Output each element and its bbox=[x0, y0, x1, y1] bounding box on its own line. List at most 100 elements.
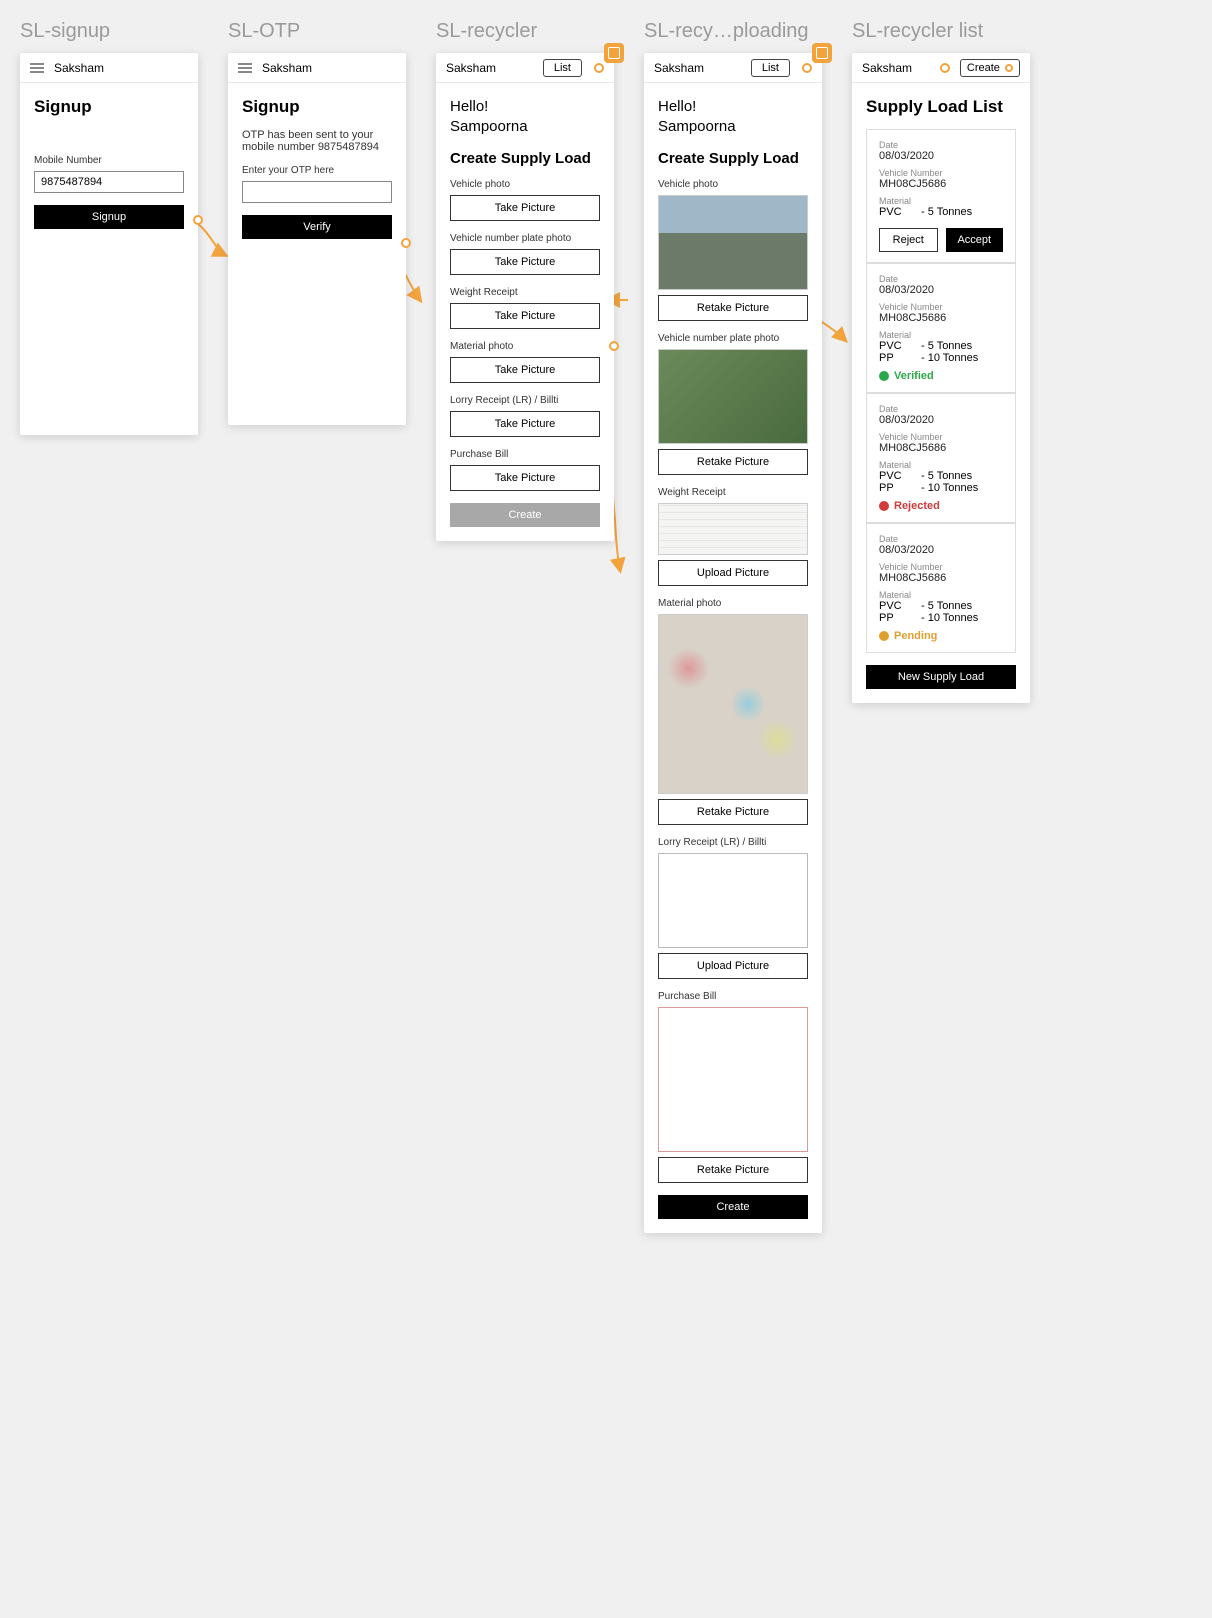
material-photo-label: Material photo bbox=[658, 598, 808, 609]
otp-heading: Signup bbox=[242, 97, 392, 117]
date-value: 08/03/2020 bbox=[879, 284, 1003, 296]
bill-preview bbox=[658, 1007, 808, 1152]
retake-material[interactable]: Retake Picture bbox=[658, 799, 808, 825]
menu-icon[interactable] bbox=[30, 63, 44, 73]
status-badge: Pending bbox=[879, 630, 1003, 642]
otp-input[interactable] bbox=[242, 181, 392, 203]
phone-otp: Saksham Signup OTP has been sent to your… bbox=[228, 53, 406, 425]
create-heading: Create Supply Load bbox=[450, 150, 600, 167]
screen-title-list: SL-recycler list bbox=[852, 20, 1030, 43]
material-row: PVC- 5 Tonnes bbox=[879, 206, 1003, 218]
menu-icon[interactable] bbox=[238, 63, 252, 73]
signup-heading: Signup bbox=[34, 97, 184, 117]
weight-receipt-preview bbox=[658, 503, 808, 555]
create-heading: Create Supply Load bbox=[658, 150, 808, 167]
status-badge: Rejected bbox=[879, 500, 1003, 512]
material-row: PVC- 5 Tonnes bbox=[879, 340, 1003, 352]
link-hotspot-icon[interactable] bbox=[604, 43, 624, 63]
supply-card[interactable]: Date08/03/2020 Vehicle NumberMH08CJ5686 … bbox=[866, 393, 1016, 523]
date-value: 08/03/2020 bbox=[879, 414, 1003, 426]
create-button[interactable]: Create bbox=[450, 503, 600, 527]
retake-vehicle[interactable]: Retake Picture bbox=[658, 295, 808, 321]
link-hotspot-icon[interactable] bbox=[812, 43, 832, 63]
take-picture-bill[interactable]: Take Picture bbox=[450, 465, 600, 491]
screen-title-otp: SL-OTP bbox=[228, 20, 406, 43]
list-chip[interactable]: List bbox=[751, 59, 790, 77]
flow-anchor bbox=[401, 238, 411, 248]
date-label: Date bbox=[879, 404, 1003, 414]
lr-preview bbox=[658, 853, 808, 948]
design-canvas: SL-signup Saksham Signup Mobile Number S… bbox=[20, 20, 1192, 1233]
upload-weight[interactable]: Upload Picture bbox=[658, 560, 808, 586]
supply-card[interactable]: Date08/03/2020 Vehicle NumberMH08CJ5686 … bbox=[866, 263, 1016, 393]
material-row: PVC- 5 Tonnes bbox=[879, 600, 1003, 612]
create-chip[interactable]: Create bbox=[960, 59, 1020, 77]
vehicle-value: MH08CJ5686 bbox=[879, 178, 1003, 190]
flow-anchor bbox=[802, 63, 812, 73]
list-heading: Supply Load List bbox=[866, 97, 1016, 117]
new-supply-button[interactable]: New Supply Load bbox=[866, 665, 1016, 689]
purchase-bill-label: Purchase Bill bbox=[450, 449, 600, 460]
plate-photo-label: Vehicle number plate photo bbox=[658, 333, 808, 344]
material-row: PP- 10 Tonnes bbox=[879, 482, 1003, 494]
material-photo-preview bbox=[658, 614, 808, 794]
vehicle-value: MH08CJ5686 bbox=[879, 442, 1003, 454]
retake-plate[interactable]: Retake Picture bbox=[658, 449, 808, 475]
phone-recycler: Saksham List Hello! Sampoorna Create Sup… bbox=[436, 53, 614, 541]
mobile-label: Mobile Number bbox=[34, 155, 184, 166]
flow-anchor bbox=[193, 215, 203, 225]
flow-anchor bbox=[594, 63, 604, 73]
vehicle-label: Vehicle Number bbox=[879, 302, 1003, 312]
material-row: PP- 10 Tonnes bbox=[879, 352, 1003, 364]
material-photo-label: Material photo bbox=[450, 341, 600, 352]
purchase-bill-label: Purchase Bill bbox=[658, 991, 808, 1002]
material-row: PVC- 5 Tonnes bbox=[879, 470, 1003, 482]
app-name: Saksham bbox=[262, 61, 312, 75]
weight-receipt-label: Weight Receipt bbox=[450, 287, 600, 298]
app-name: Saksham bbox=[654, 61, 704, 75]
phone-list: Saksham Create Supply Load List Date08/0… bbox=[852, 53, 1030, 703]
otp-message: OTP has been sent to your mobile number … bbox=[242, 129, 392, 153]
vehicle-label: Vehicle Number bbox=[879, 168, 1003, 178]
material-label: Material bbox=[879, 330, 1003, 340]
vehicle-photo-label: Vehicle photo bbox=[658, 179, 808, 190]
material-label: Material bbox=[879, 196, 1003, 206]
signup-button[interactable]: Signup bbox=[34, 205, 184, 229]
status-badge: Verified bbox=[879, 370, 1003, 382]
hello-text: Hello! Sampoorna bbox=[658, 97, 808, 138]
flow-anchor bbox=[609, 341, 619, 351]
verify-button[interactable]: Verify bbox=[242, 215, 392, 239]
otp-label: Enter your OTP here bbox=[242, 165, 392, 176]
upload-lr[interactable]: Upload Picture bbox=[658, 953, 808, 979]
list-chip[interactable]: List bbox=[543, 59, 582, 77]
mobile-input[interactable] bbox=[34, 171, 184, 193]
plate-photo-preview bbox=[658, 349, 808, 444]
plate-photo-label: Vehicle number plate photo bbox=[450, 233, 600, 244]
vehicle-label: Vehicle Number bbox=[879, 562, 1003, 572]
screen-title-signup: SL-signup bbox=[20, 20, 198, 43]
vehicle-value: MH08CJ5686 bbox=[879, 312, 1003, 324]
screen-title-uploading: SL-recy…ploading bbox=[644, 20, 822, 43]
lr-label: Lorry Receipt (LR) / Billti bbox=[450, 395, 600, 406]
take-picture-vehicle[interactable]: Take Picture bbox=[450, 195, 600, 221]
take-picture-plate[interactable]: Take Picture bbox=[450, 249, 600, 275]
date-label: Date bbox=[879, 140, 1003, 150]
take-picture-weight[interactable]: Take Picture bbox=[450, 303, 600, 329]
reject-button[interactable]: Reject bbox=[879, 228, 938, 252]
app-name: Saksham bbox=[54, 61, 104, 75]
date-label: Date bbox=[879, 534, 1003, 544]
date-label: Date bbox=[879, 274, 1003, 284]
take-picture-material[interactable]: Take Picture bbox=[450, 357, 600, 383]
retake-bill[interactable]: Retake Picture bbox=[658, 1157, 808, 1183]
vehicle-label: Vehicle Number bbox=[879, 432, 1003, 442]
flow-anchor bbox=[1005, 64, 1013, 72]
flow-arrows bbox=[20, 20, 1212, 1618]
supply-card[interactable]: Date08/03/2020 Vehicle NumberMH08CJ5686 … bbox=[866, 523, 1016, 653]
vehicle-value: MH08CJ5686 bbox=[879, 572, 1003, 584]
vehicle-photo-label: Vehicle photo bbox=[450, 179, 600, 190]
take-picture-lr[interactable]: Take Picture bbox=[450, 411, 600, 437]
date-value: 08/03/2020 bbox=[879, 544, 1003, 556]
supply-card[interactable]: Date08/03/2020 Vehicle NumberMH08CJ5686 … bbox=[866, 129, 1016, 263]
create-button[interactable]: Create bbox=[658, 1195, 808, 1219]
accept-button[interactable]: Accept bbox=[946, 228, 1003, 252]
